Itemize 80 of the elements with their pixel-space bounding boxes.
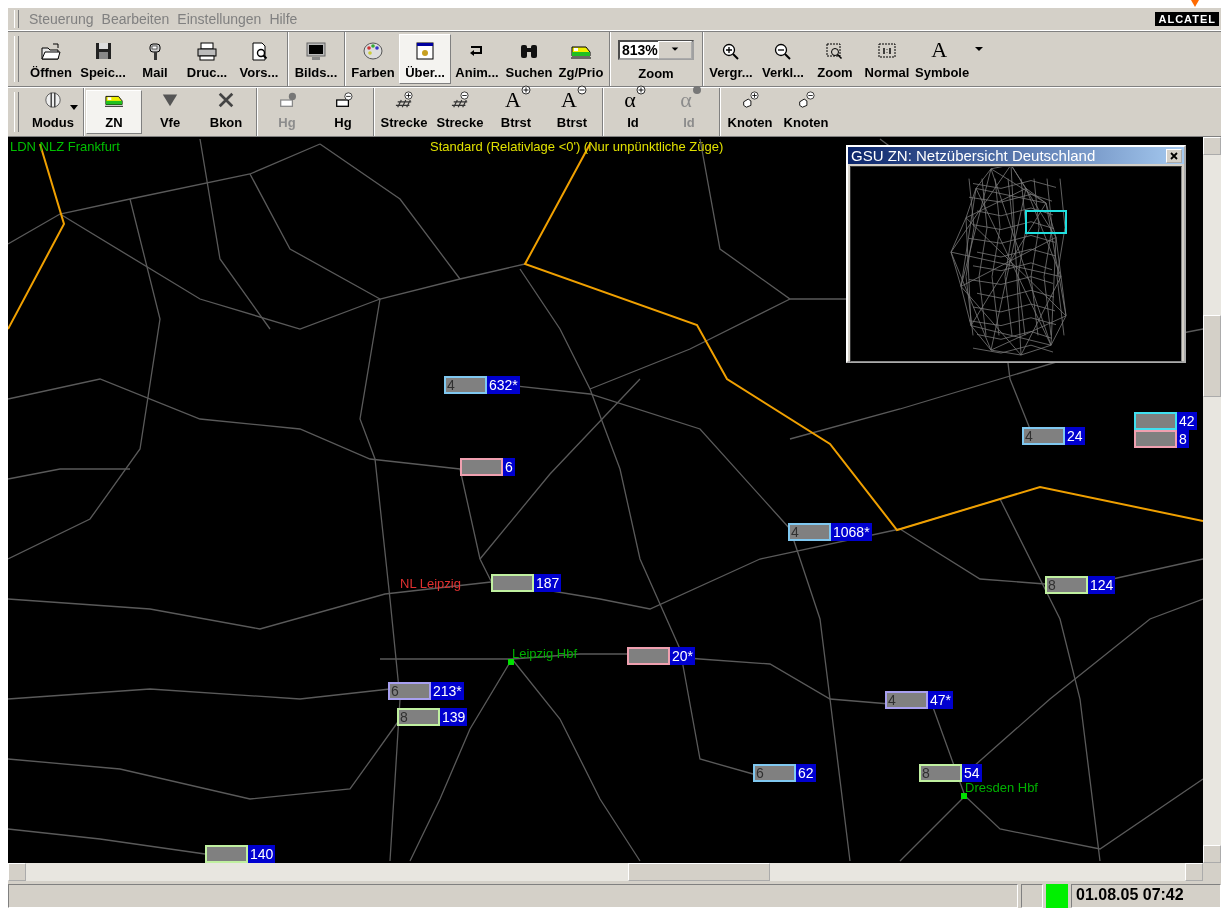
train-id-tag[interactable] [460,458,503,476]
toolbar-button[interactable]: Strecke [376,90,432,134]
train-number[interactable]: 8 [1177,430,1189,448]
toolbar-button[interactable]: Zoom [809,34,861,84]
toolbar-button[interactable]: Farben [347,34,399,84]
station-marker [961,793,967,799]
toolbar-button[interactable]: Speic... [77,34,129,84]
status-panel [1021,884,1043,908]
toolbar-button[interactable]: Vors... [233,34,285,84]
train-number[interactable]: 139 [440,708,468,726]
toolbar-button[interactable]: A Btrst [544,90,600,134]
glyph-icon: α [680,89,698,111]
train-number[interactable]: 187 [534,574,562,592]
logo: ALCATEL [1155,12,1219,26]
toolbar-button[interactable]: Strecke [432,90,488,134]
viewport-rectangle[interactable] [1025,210,1067,234]
station-label: Dresden Hbf [965,780,1038,795]
train-number[interactable]: 6 [503,458,515,476]
triangle-icon [1191,0,1199,7]
printer-icon [195,41,219,61]
train-id-tag[interactable] [627,647,670,665]
toolbar-button[interactable]: ZN [86,90,142,134]
train-id-tag[interactable] [1134,412,1177,430]
toolbar-button[interactable]: Suchen [503,34,555,84]
train-number[interactable]: 47* [928,691,954,709]
toolbar-button[interactable]: Bkon [198,90,254,134]
monitor-icon [304,41,328,61]
glyph-icon: A [505,89,527,111]
glyph-icon: A [931,39,954,61]
toolbar-button[interactable]: Über... [399,34,451,84]
toolbar-button[interactable]: Normal [861,34,913,84]
zoom-combo-box[interactable]: 813% [618,40,694,60]
toolbar-button[interactable]: Bilds... [290,34,342,84]
train-number[interactable]: 124 [1088,576,1116,594]
filter-label: Standard (Relativlage <0') (Nur unpünktliche Züge) [430,139,724,154]
toolbar-button[interactable]: A Symbole [913,34,972,84]
one-to-one-icon [875,41,899,61]
vertical-scrollbar[interactable] [1203,137,1221,863]
train-number[interactable]: 62 [796,764,816,782]
dot-icon [691,85,702,95]
train-number[interactable]: 54 [962,764,982,782]
horizontal-scrollbar[interactable] [8,863,1203,881]
toolbar-button[interactable]: Öffnen [25,34,77,84]
glyph-icon: A [561,89,583,111]
toolbar-button[interactable]: Hg [315,90,371,134]
window-title: GSU ZN: Netzübersicht Deutschland [851,147,1097,164]
toolbar-button[interactable]: α Id [605,90,661,134]
caret-icon [70,105,78,110]
status-time: 01.08.05 07:42 [1071,884,1221,908]
train-number[interactable]: 632* [487,376,520,394]
train-id-tag[interactable] [1134,430,1177,448]
combo-label: Zoom [638,66,674,81]
window-icon [413,41,437,61]
toolbar-button[interactable]: Verkl... [757,34,809,84]
train-number[interactable]: 1068* [831,523,872,541]
train-number[interactable]: 24 [1065,427,1085,445]
toolbar-button[interactable]: Anim... [451,34,503,84]
station-marker [508,659,514,665]
caret-icon [973,44,986,54]
status-indicator [1046,884,1068,908]
toolbar-button[interactable]: A Btrst [488,90,544,134]
station-label: Leipzig Hbf [512,646,578,661]
close-icon[interactable] [1166,148,1182,163]
toolbar-button[interactable]: Vfe [142,90,198,134]
toolbar-button[interactable]: Mail [129,34,181,84]
glyph-icon: α [624,89,642,111]
train-number[interactable]: 213* [431,682,464,700]
district-label: NL Leipzig [400,576,461,591]
toolbar-button[interactable]: Druc... [181,34,233,84]
toolbar-button[interactable]: Knoten [722,90,778,134]
train-number[interactable]: 20* [670,647,696,665]
toolbar-button[interactable]: Vergr... [705,34,757,84]
toolbar-button[interactable]: Zg/Prio [555,34,607,84]
palette-icon [361,41,385,61]
region-label: LDN NLZ Frankfurt [10,139,120,154]
toolbar-button[interactable]: Knoten [778,90,834,134]
toolbar-button[interactable]: Modus [25,90,81,134]
train-number[interactable]: 42 [1177,412,1197,430]
folder-icon [39,41,63,61]
train-number[interactable]: 140 [248,845,276,863]
